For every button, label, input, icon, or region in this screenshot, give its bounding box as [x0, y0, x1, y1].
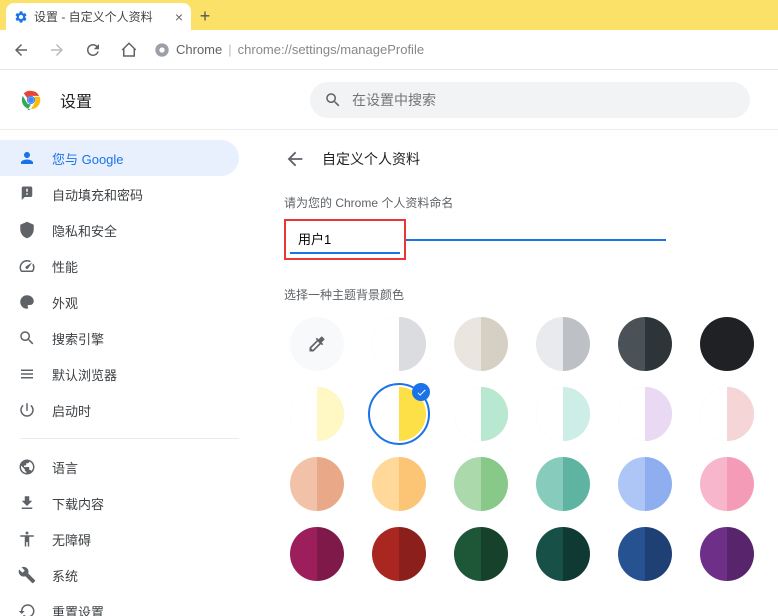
sidebar-item-label: 启动时 — [52, 401, 91, 420]
sidebar-item-label: 外观 — [52, 293, 78, 312]
restore-icon — [18, 602, 36, 616]
color-swatch[interactable] — [536, 457, 590, 511]
sidebar-item-user[interactable]: 您与 Google — [0, 140, 239, 176]
color-swatch[interactable] — [454, 317, 508, 371]
wrench-icon — [18, 566, 36, 584]
check-icon — [412, 383, 430, 401]
globe-icon — [18, 458, 36, 476]
speed-icon — [18, 257, 36, 275]
sidebar-item-globe[interactable]: 语言 — [0, 449, 239, 485]
sidebar-item-speed[interactable]: 性能 — [0, 248, 239, 284]
back-arrow-button[interactable] — [284, 148, 306, 170]
close-icon[interactable]: × — [175, 9, 183, 25]
sidebar-item-accessibility[interactable]: 无障碍 — [0, 521, 239, 557]
sidebar-item-label: 无障碍 — [52, 530, 91, 549]
sidebar-item-label: 系统 — [52, 566, 78, 585]
main-content: 自定义个人资料 请为您的 Chrome 个人资料命名 选择一种主题背景颜色 — [260, 130, 778, 616]
color-swatch[interactable] — [372, 387, 426, 441]
color-swatch[interactable] — [290, 457, 344, 511]
color-swatch[interactable] — [700, 387, 754, 441]
subpage-title: 自定义个人资料 — [322, 149, 420, 169]
sidebar-item-autofill[interactable]: 自动填充和密码 — [0, 176, 239, 212]
color-swatch[interactable] — [618, 317, 672, 371]
color-swatch[interactable] — [372, 457, 426, 511]
sidebar-item-label: 默认浏览器 — [52, 365, 117, 384]
browser-icon — [18, 365, 36, 383]
sidebar-item-shield[interactable]: 隐私和安全 — [0, 212, 239, 248]
color-swatch[interactable] — [454, 527, 508, 581]
color-swatch[interactable] — [618, 527, 672, 581]
sidebar-item-label: 隐私和安全 — [52, 221, 117, 240]
color-swatch[interactable] — [454, 387, 508, 441]
highlight-box — [284, 219, 406, 260]
sidebar-item-label: 搜索引擎 — [52, 329, 104, 348]
sidebar-item-download[interactable]: 下载内容 — [0, 485, 239, 521]
color-swatch[interactable] — [700, 527, 754, 581]
color-swatch[interactable] — [290, 387, 344, 441]
sidebar-item-label: 自动填充和密码 — [52, 185, 143, 204]
swatch-grid — [284, 317, 754, 581]
color-swatch[interactable] — [618, 457, 672, 511]
color-swatch[interactable] — [372, 527, 426, 581]
search-input[interactable] — [352, 92, 736, 108]
sidebar-item-power[interactable]: 启动时 — [0, 392, 239, 428]
sidebar-item-wrench[interactable]: 系统 — [0, 557, 239, 593]
autofill-icon — [18, 185, 36, 203]
color-swatch[interactable] — [536, 387, 590, 441]
sidebar-item-restore[interactable]: 重置设置 — [0, 593, 239, 616]
reload-button[interactable] — [82, 39, 104, 61]
browser-tab[interactable]: 设置 - 自定义个人资料 × — [6, 3, 191, 30]
color-picker-swatch[interactable] — [290, 317, 344, 371]
sidebar-item-search[interactable]: 搜索引擎 — [0, 320, 239, 356]
forward-button[interactable] — [46, 39, 68, 61]
color-swatch[interactable] — [700, 317, 754, 371]
color-swatch[interactable] — [700, 457, 754, 511]
profile-name-label: 请为您的 Chrome 个人资料命名 — [284, 194, 754, 211]
url-path: chrome://settings/manageProfile — [238, 42, 424, 57]
home-button[interactable] — [118, 39, 140, 61]
color-swatch[interactable] — [536, 317, 590, 371]
chrome-logo-icon — [20, 89, 42, 111]
page-title: 设置 — [60, 88, 92, 112]
sidebar-item-label: 下载内容 — [52, 494, 104, 513]
theme-label: 选择一种主题背景颜色 — [284, 286, 754, 303]
search-icon — [18, 329, 36, 347]
address-bar[interactable]: Chrome | chrome://settings/manageProfile — [154, 42, 768, 58]
user-icon — [18, 149, 36, 167]
new-tab-button[interactable]: + — [191, 2, 219, 30]
power-icon — [18, 401, 36, 419]
shield-icon — [18, 221, 36, 239]
url-origin: Chrome — [176, 42, 222, 57]
tab-title: 设置 - 自定义个人资料 — [34, 8, 153, 25]
sidebar: 您与 Google 自动填充和密码隐私和安全性能外观搜索引擎默认浏览器启动时 语言… — [0, 130, 260, 616]
palette-icon — [18, 293, 36, 311]
sidebar-item-label: 语言 — [52, 458, 78, 477]
back-button[interactable] — [10, 39, 32, 61]
sidebar-item-palette[interactable]: 外观 — [0, 284, 239, 320]
color-swatch[interactable] — [536, 527, 590, 581]
settings-search[interactable] — [310, 82, 750, 118]
profile-name-input[interactable] — [290, 225, 400, 254]
sidebar-item-label: 您与 Google — [52, 149, 124, 168]
eyedropper-icon — [307, 334, 327, 354]
sidebar-item-browser[interactable]: 默认浏览器 — [0, 356, 239, 392]
accessibility-icon — [18, 530, 36, 548]
download-icon — [18, 494, 36, 512]
sidebar-item-label: 重置设置 — [52, 602, 104, 616]
color-swatch[interactable] — [290, 527, 344, 581]
color-swatch[interactable] — [372, 317, 426, 371]
color-swatch[interactable] — [618, 387, 672, 441]
search-icon — [324, 91, 342, 109]
chrome-icon — [154, 42, 170, 58]
sidebar-item-label: 性能 — [52, 257, 78, 276]
gear-icon — [14, 10, 28, 24]
color-swatch[interactable] — [454, 457, 508, 511]
